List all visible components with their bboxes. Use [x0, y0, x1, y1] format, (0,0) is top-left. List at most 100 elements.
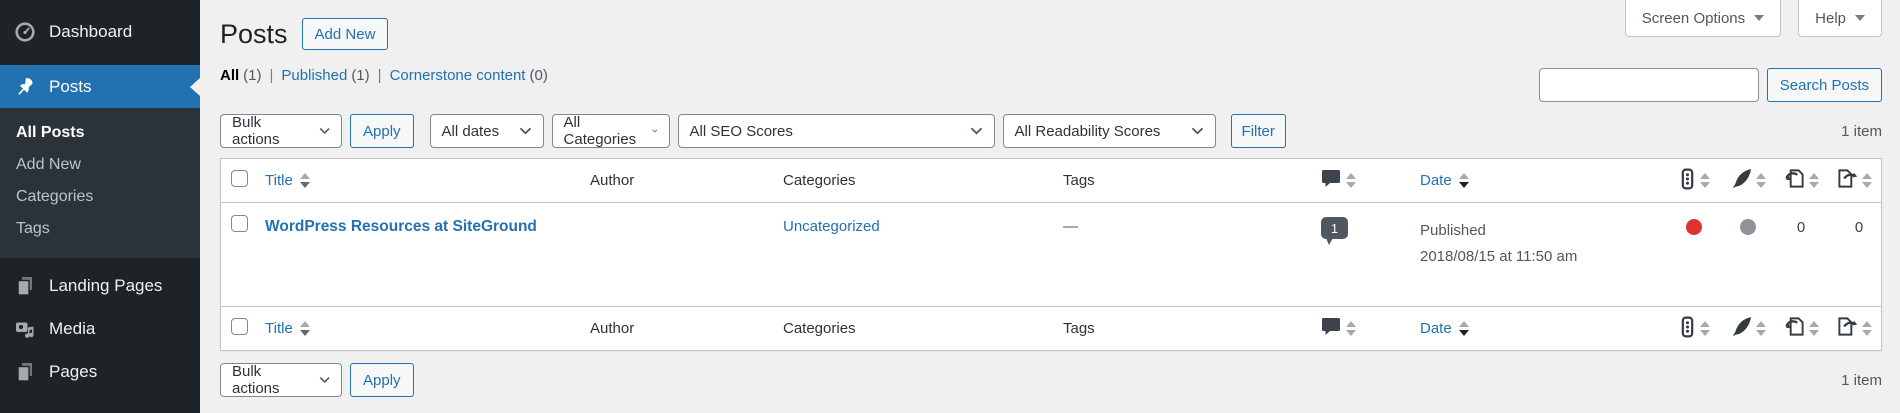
column-label: Title: [265, 320, 293, 337]
footer-cell-title: Title: [265, 320, 590, 337]
chevron-down-icon: [319, 127, 330, 135]
stacked-pages-icon: [14, 361, 35, 382]
post-title-link[interactable]: WordPress Resources at SiteGround: [265, 218, 537, 235]
posts-table: Title Author Categories Tags Date: [220, 158, 1882, 351]
footer-cell-readability-score[interactable]: [1721, 316, 1775, 341]
column-label: Date: [1420, 320, 1452, 337]
bottom-toolbar: Bulk actions Apply 1 item: [220, 363, 1882, 397]
readability-feather-icon: [1731, 168, 1752, 193]
seo-scores-filter-select[interactable]: All SEO Scores: [678, 114, 995, 148]
header-cell-date: Date: [1420, 172, 1667, 189]
table-header-row: Title Author Categories Tags Date: [221, 159, 1881, 203]
item-count-bottom: 1 item: [1841, 372, 1882, 389]
row-cell-checkbox: [221, 203, 265, 236]
sidebar-item-all-posts[interactable]: All Posts: [0, 117, 200, 149]
header-cell-readability-score[interactable]: [1721, 168, 1775, 193]
chevron-down-icon: [319, 376, 330, 384]
sort-by-date-link[interactable]: Date: [1420, 320, 1469, 337]
footer-cell-author: Author: [590, 320, 783, 337]
camera-note-icon: [14, 318, 35, 339]
row-cell-date: Published 2018/08/15 at 11:50 am: [1420, 203, 1667, 271]
row-checkbox[interactable]: [231, 215, 248, 232]
footer-cell-outgoing-links[interactable]: [1827, 316, 1881, 341]
view-count: (1): [243, 67, 261, 84]
sidebar-item-label: Dashboard: [49, 22, 132, 42]
stacked-pages-icon: [14, 275, 35, 296]
column-label: Author: [590, 320, 634, 337]
view-published-link[interactable]: Published(1): [281, 67, 369, 84]
footer-cell-checkbox: [221, 318, 265, 339]
row-cell-outgoing-links: 0: [1827, 203, 1881, 236]
select-value: All Readability Scores: [1015, 123, 1161, 140]
readability-score-dot: [1740, 219, 1756, 235]
sort-arrows: [1756, 321, 1766, 336]
add-new-button[interactable]: Add New: [302, 18, 389, 50]
active-item-arrow-notch: [190, 78, 200, 96]
header-cell-title: Title: [265, 172, 590, 189]
column-label: Tags: [1063, 320, 1095, 337]
category-link[interactable]: Uncategorized: [783, 218, 880, 235]
bulk-actions-select-bottom[interactable]: Bulk actions: [220, 363, 342, 397]
apply-button[interactable]: Apply: [350, 114, 414, 148]
sidebar-item-add-new[interactable]: Add New: [0, 149, 200, 181]
dates-filter-select[interactable]: All dates: [430, 114, 544, 148]
footer-cell-date: Date: [1420, 320, 1667, 337]
seo-traffic-light-icon: [1679, 168, 1696, 194]
sidebar-item-dashboard[interactable]: Dashboard: [0, 10, 200, 53]
comment-bubble-icon[interactable]: [1321, 317, 1341, 340]
bulk-actions-select[interactable]: Bulk actions: [220, 114, 342, 148]
sidebar-item-media[interactable]: Media: [0, 307, 200, 350]
sort-by-title-link[interactable]: Title: [265, 320, 310, 337]
row-cell-categories: Uncategorized: [783, 203, 1063, 235]
select-all-checkbox[interactable]: [231, 170, 248, 187]
outgoing-links-count: 0: [1855, 219, 1863, 236]
sort-by-title-link[interactable]: Title: [265, 172, 310, 189]
readability-feather-icon: [1731, 316, 1752, 341]
readability-scores-filter-select[interactable]: All Readability Scores: [1003, 114, 1216, 148]
row-cell-author: [590, 203, 783, 218]
sort-arrows: [1459, 321, 1469, 336]
pushpin-icon: [14, 76, 35, 97]
help-button[interactable]: Help: [1798, 0, 1882, 37]
dashboard-gauge-icon: [14, 21, 35, 42]
header-cell-checkbox: [221, 170, 265, 191]
header-cell-outgoing-links[interactable]: [1827, 168, 1881, 193]
sort-arrows: [1862, 321, 1872, 336]
outgoing-links-page-icon: [1837, 168, 1858, 193]
view-label: Cornerstone content: [390, 67, 526, 84]
select-all-checkbox[interactable]: [231, 318, 248, 335]
top-toolbar: Bulk actions Apply All dates All Categor…: [220, 114, 1882, 148]
row-cell-tags: —: [1063, 203, 1313, 235]
chevron-down-icon: [1754, 15, 1764, 21]
categories-filter-select[interactable]: All Categories: [552, 114, 670, 148]
sidebar-item-landing-pages[interactable]: Landing Pages: [0, 264, 200, 307]
sidebar-item-label: Landing Pages: [49, 276, 162, 296]
view-cornerstone-link[interactable]: Cornerstone content(0): [390, 67, 548, 84]
filter-button[interactable]: Filter: [1231, 114, 1286, 148]
view-all-link[interactable]: All(1): [220, 67, 262, 84]
sort-arrows[interactable]: [1346, 173, 1356, 188]
sidebar-item-tags[interactable]: Tags: [0, 213, 200, 245]
sidebar-item-pages[interactable]: Pages: [0, 350, 200, 393]
chevron-down-icon: [1191, 127, 1204, 135]
search-posts-button[interactable]: Search Posts: [1767, 68, 1882, 102]
select-value: All SEO Scores: [690, 123, 793, 140]
comment-bubble-icon[interactable]: [1321, 169, 1341, 192]
apply-button-bottom[interactable]: Apply: [350, 363, 414, 397]
comment-count-bubble[interactable]: 1: [1321, 217, 1348, 239]
sidebar-item-posts[interactable]: Posts: [0, 65, 200, 108]
footer-cell-seo-score[interactable]: [1667, 316, 1721, 342]
search-input[interactable]: [1539, 68, 1759, 102]
view-count: (0): [529, 67, 547, 84]
screen-options-button[interactable]: Screen Options: [1625, 0, 1781, 37]
header-cell-incoming-links[interactable]: [1775, 168, 1827, 193]
footer-cell-incoming-links[interactable]: [1775, 316, 1827, 341]
footer-cell-tags: Tags: [1063, 320, 1313, 337]
header-cell-tags: Tags: [1063, 172, 1313, 189]
sort-by-date-link[interactable]: Date: [1420, 172, 1469, 189]
row-cell-readability-score: [1721, 203, 1775, 235]
sort-arrows[interactable]: [1346, 321, 1356, 336]
sidebar-item-categories[interactable]: Categories: [0, 181, 200, 213]
column-label: Categories: [783, 320, 856, 337]
header-cell-seo-score[interactable]: [1667, 168, 1721, 194]
